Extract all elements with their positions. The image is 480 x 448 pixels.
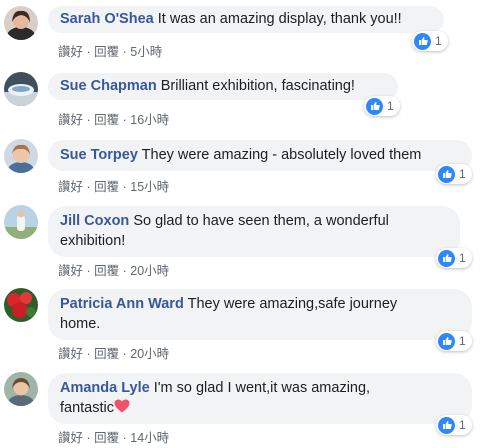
like-count: 1: [459, 334, 466, 348]
comment-actions: 讚好 · 回覆 · 16小時: [58, 109, 169, 128]
timestamp[interactable]: 15小時: [130, 180, 169, 194]
like-icon: [438, 249, 455, 267]
timestamp[interactable]: 20小時: [130, 347, 169, 361]
comment-author[interactable]: Sue Chapman: [60, 78, 157, 94]
comment-text-line2: exhibition!: [60, 233, 126, 249]
comment-text: They were amazing,safe journey: [187, 296, 398, 312]
avatar[interactable]: [4, 72, 38, 106]
comment-actions: 讚好 · 回覆 · 20小時: [58, 343, 169, 362]
comment-actions: 讚好 · 回覆 · 15小時: [58, 176, 169, 195]
avatar[interactable]: [4, 288, 38, 322]
reaction-count[interactable]: 1: [436, 331, 472, 351]
separator: ·: [119, 180, 131, 194]
comment-text-line2: fantastic: [60, 400, 114, 416]
comment-author[interactable]: Sue Torpey: [60, 147, 138, 163]
like-icon: [438, 165, 455, 183]
reaction-count[interactable]: 1: [436, 164, 472, 184]
reaction-count[interactable]: 1: [364, 96, 400, 116]
reaction-count[interactable]: 1: [436, 415, 472, 435]
like-link[interactable]: 讚好: [58, 347, 83, 361]
comment-actions: 讚好 · 回覆 · 20小時: [58, 260, 169, 279]
reaction-count[interactable]: 1: [412, 31, 448, 51]
like-link[interactable]: 讚好: [58, 45, 83, 59]
comment-author[interactable]: Amanda Lyle: [60, 380, 150, 396]
comment-author[interactable]: Patricia Ann Ward: [60, 296, 184, 312]
like-count: 1: [387, 99, 394, 113]
comment-text: They were amazing - absolutely loved the…: [141, 147, 422, 163]
avatar[interactable]: [4, 139, 38, 173]
separator: ·: [83, 180, 95, 194]
like-icon: [366, 97, 383, 115]
comment-bubble: Sarah O'Shea It was an amazing display, …: [48, 6, 444, 33]
timestamp[interactable]: 16小時: [130, 113, 169, 127]
separator: ·: [83, 45, 95, 59]
comment-author[interactable]: Sarah O'Shea: [60, 11, 154, 27]
reply-link[interactable]: 回覆: [94, 113, 119, 127]
like-count: 1: [459, 418, 466, 432]
separator: ·: [83, 113, 95, 127]
comment-text: I'm so glad I went,it was amazing,: [153, 380, 371, 396]
like-count: 1: [435, 34, 442, 48]
comment-text: So glad to have seen them, a wonderful: [133, 213, 389, 229]
separator: ·: [119, 347, 131, 361]
timestamp[interactable]: 5小時: [130, 45, 162, 59]
comment-text-line2: home.: [60, 316, 101, 332]
timestamp[interactable]: 14小時: [130, 431, 169, 445]
like-link[interactable]: 讚好: [58, 180, 83, 194]
comment-text: Brilliant exhibition, fascinating!: [160, 78, 355, 94]
timestamp[interactable]: 20小時: [130, 264, 169, 278]
like-icon: [414, 32, 431, 50]
like-link[interactable]: 讚好: [58, 431, 83, 445]
comment-bubble: Jill Coxon So glad to have seen them, a …: [48, 206, 460, 257]
like-link[interactable]: 讚好: [58, 113, 83, 127]
avatar[interactable]: [4, 372, 38, 406]
reaction-count[interactable]: 1: [436, 248, 472, 268]
avatar[interactable]: [4, 6, 38, 40]
like-count: 1: [459, 167, 466, 181]
separator: ·: [119, 431, 131, 445]
comment-bubble: Amanda Lyle I'm so glad I went,it was am…: [48, 373, 472, 424]
reply-link[interactable]: 回覆: [94, 264, 119, 278]
separator: ·: [83, 431, 95, 445]
comment-bubble: Patricia Ann Ward They were amazing,safe…: [48, 289, 472, 340]
separator: ·: [83, 264, 95, 278]
separator: ·: [83, 347, 95, 361]
like-link[interactable]: 讚好: [58, 264, 83, 278]
heart-emoji-icon: [114, 399, 130, 419]
avatar[interactable]: [4, 205, 38, 239]
comment-actions: 讚好 · 回覆 · 14小時: [58, 427, 169, 446]
separator: ·: [119, 45, 131, 59]
comment-bubble: Sue Chapman Brilliant exhibition, fascin…: [48, 73, 398, 100]
reply-link[interactable]: 回覆: [94, 45, 119, 59]
comment-actions: 讚好 · 回覆 · 5小時: [58, 41, 162, 60]
like-count: 1: [459, 251, 466, 265]
comment-bubble: Sue Torpey They were amazing - absolutel…: [48, 140, 472, 171]
like-icon: [438, 416, 455, 434]
reply-link[interactable]: 回覆: [94, 180, 119, 194]
reply-link[interactable]: 回覆: [94, 431, 119, 445]
separator: ·: [119, 264, 131, 278]
comment-author[interactable]: Jill Coxon: [60, 213, 129, 229]
comment-text: It was an amazing display, thank you!!: [157, 11, 402, 27]
like-icon: [438, 332, 455, 350]
reply-link[interactable]: 回覆: [94, 347, 119, 361]
separator: ·: [119, 113, 131, 127]
